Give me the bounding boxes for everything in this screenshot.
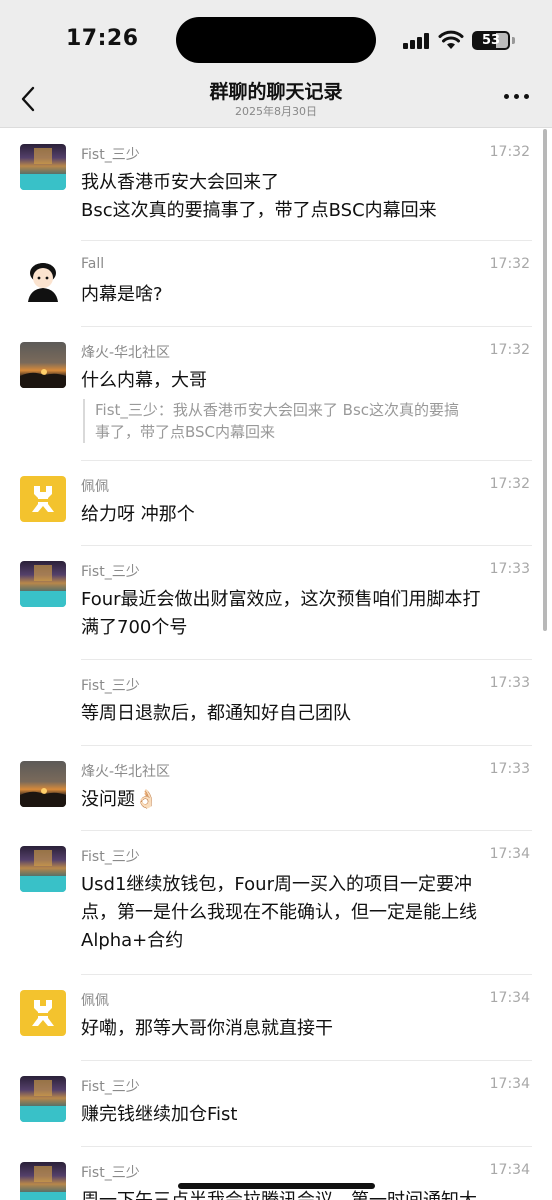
battery-level: 53 xyxy=(481,33,501,48)
message-time: 17:34 xyxy=(489,846,530,862)
message-item: Fall 17:32 内幕是啥? xyxy=(0,241,552,327)
sender-name: Fist_三少 xyxy=(81,678,140,694)
cellular-signal-icon xyxy=(403,33,431,49)
message-line: 给力呀 冲那个 xyxy=(81,504,195,525)
message-item: 佩佩 17:32 给力呀 冲那个 xyxy=(0,461,552,546)
message-line: Alpha+合约 xyxy=(81,930,184,951)
message-item: Fist_三少 17:33 Four最近会做出财富效应，这次预售咱们用脚本打 满… xyxy=(0,546,552,660)
building-avatar-icon xyxy=(20,148,66,190)
avatar[interactable] xyxy=(20,1162,66,1200)
sender-name: Fall xyxy=(81,256,105,272)
avatar[interactable] xyxy=(20,256,66,302)
status-bar: 17:26 53 xyxy=(0,0,552,80)
building-avatar-icon xyxy=(20,1166,66,1200)
sender-name: Fist_三少 xyxy=(81,849,140,865)
dynamic-island xyxy=(176,17,376,63)
message-item: Fist_三少 17:32 我从香港币安大会回来了 Bsc这次真的要搞事了，带了… xyxy=(0,129,552,241)
message-time: 17:32 xyxy=(489,342,530,358)
message-item: 佩佩 17:34 好嘞，那等大哥你消息就直接干 xyxy=(0,975,552,1061)
message-item: Fist_三少 17:34 Usd1继续放钱包，Four周一买入的项目一定要冲 … xyxy=(0,831,552,975)
building-avatar-icon xyxy=(20,1080,66,1122)
avatar[interactable] xyxy=(20,846,66,892)
page-title: 群聊的聊天记录 xyxy=(209,81,343,103)
message-text: 没问题👌🏻 xyxy=(81,786,528,814)
message-line: 什么内幕，大哥 xyxy=(81,370,207,391)
message-time: 17:33 xyxy=(489,675,530,691)
message-text: 给力呀 冲那个 xyxy=(81,501,528,529)
avatar[interactable] xyxy=(20,144,66,190)
message-item: Fist_三少 17:33 等周日退款后，都通知好自己团队 xyxy=(0,660,552,746)
quote-line: 事了，带了点BSC内幕回来 xyxy=(95,423,276,441)
message-item: 烽火-华北社区 17:33 没问题👌🏻 xyxy=(0,746,552,831)
building-avatar-icon xyxy=(20,850,66,892)
message-line: 赚完钱继续加仓Fist xyxy=(81,1104,238,1125)
avatar[interactable] xyxy=(20,761,66,807)
sender-name: Fist_三少 xyxy=(81,147,140,163)
message-text: 好嘞，那等大哥你消息就直接干 xyxy=(81,1015,528,1043)
message-line: 我从香港币安大会回来了 xyxy=(81,172,279,193)
wifi-icon xyxy=(438,30,464,49)
message-line: 点，第一是什么我现在不能确认，但一定是能上线 xyxy=(81,902,477,923)
status-time: 17:26 xyxy=(66,26,139,51)
message-line: 好嘞，那等大哥你消息就直接干 xyxy=(81,1018,333,1039)
sender-name: 佩佩 xyxy=(81,479,109,495)
message-text: 我从香港币安大会回来了 Bsc这次真的要搞事了，带了点BSC内幕回来 xyxy=(81,169,528,225)
quote-line: Fist_三少：我从香港币安大会回来了 Bsc这次真的要搞 xyxy=(95,401,460,419)
message-time: 17:32 xyxy=(489,144,530,160)
message-text: Four最近会做出财富效应，这次预售咱们用脚本打 满了700个号 xyxy=(81,586,528,642)
message-time: 17:34 xyxy=(489,990,530,1006)
message-text: 等周日退款后，都通知好自己团队 xyxy=(81,700,528,728)
message-item: Fist_三少 17:34 周一下午三点半我会拉腾讯会议，第一时间通知大 xyxy=(0,1147,552,1200)
sender-name: Fist_三少 xyxy=(81,1165,140,1181)
home-indicator[interactable] xyxy=(178,1183,375,1189)
avatar[interactable] xyxy=(20,561,66,607)
message-line: 满了700个号 xyxy=(81,617,188,638)
robot-logo-avatar-icon xyxy=(32,1000,54,1026)
message-time: 17:33 xyxy=(489,561,530,577)
message-line: Four最近会做出财富效应，这次预售咱们用脚本打 xyxy=(81,589,481,610)
chat-date: 2025年8月30日 xyxy=(235,105,317,118)
robot-logo-avatar-icon xyxy=(32,486,54,512)
message-text: Usd1继续放钱包，Four周一买入的项目一定要冲 点，第一是什么我现在不能确认… xyxy=(81,871,528,955)
message-line: 没问题👌🏻 xyxy=(81,789,158,810)
avatar[interactable] xyxy=(20,476,66,522)
message-text: 内幕是啥? xyxy=(81,281,528,309)
message-time: 17:32 xyxy=(489,256,530,272)
message-time: 17:33 xyxy=(489,761,530,777)
avatar[interactable] xyxy=(20,990,66,1036)
sender-name: Fist_三少 xyxy=(81,1079,140,1095)
battery-icon: 53 xyxy=(472,31,515,50)
sender-name: 佩佩 xyxy=(81,993,109,1009)
message-line: Usd1继续放钱包，Four周一买入的项目一定要冲 xyxy=(81,874,472,895)
message-text: 赚完钱继续加仓Fist xyxy=(81,1101,528,1129)
nav-bar: 群聊的聊天记录 2025年8月30日 xyxy=(0,80,552,128)
message-item: Fist_三少 17:34 赚完钱继续加仓Fist xyxy=(0,1061,552,1147)
quoted-message[interactable]: Fist_三少：我从香港币安大会回来了 Bsc这次真的要搞 事了，带了点BSC内… xyxy=(83,399,528,443)
cartoon-boy-avatar-icon xyxy=(28,263,58,302)
sender-name: 烽火-华北社区 xyxy=(81,345,171,361)
building-avatar-icon xyxy=(20,565,66,607)
message-line: 内幕是啥? xyxy=(81,284,163,305)
scrollbar[interactable] xyxy=(543,129,547,631)
sender-name: Fist_三少 xyxy=(81,564,140,580)
more-options-icon[interactable] xyxy=(504,94,530,102)
message-line: Bsc这次真的要搞事了，带了点BSC内幕回来 xyxy=(81,200,437,221)
message-list[interactable]: Fist_三少 17:32 我从香港币安大会回来了 Bsc这次真的要搞事了，带了… xyxy=(0,129,552,1200)
avatar[interactable] xyxy=(20,1076,66,1122)
message-time: 17:32 xyxy=(489,476,530,492)
message-time: 17:34 xyxy=(489,1076,530,1092)
message-line: 等周日退款后，都通知好自己团队 xyxy=(81,703,351,724)
message-text: 什么内幕，大哥 xyxy=(81,367,528,395)
sender-name: 烽火-华北社区 xyxy=(81,764,171,780)
sunset-avatar-icon xyxy=(20,788,66,807)
sunset-avatar-icon xyxy=(20,369,66,388)
message-time: 17:34 xyxy=(489,1162,530,1178)
avatar[interactable] xyxy=(20,342,66,388)
message-item: 烽火-华北社区 17:32 什么内幕，大哥 Fist_三少：我从香港币安大会回来… xyxy=(0,327,552,461)
